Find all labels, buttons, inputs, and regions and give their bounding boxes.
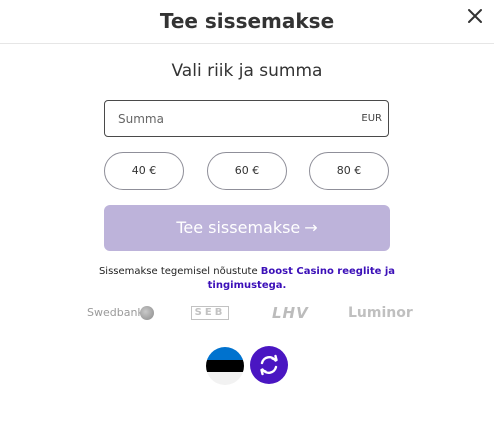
close-icon[interactable] <box>466 7 484 25</box>
terms-prefix: Sissemakse tegemisel nõustute <box>98 266 258 277</box>
refresh-icon[interactable] <box>250 346 288 384</box>
amount-input[interactable]: Summa EUR <box>104 100 389 137</box>
amount-preset-40[interactable]: 40 € <box>104 152 184 190</box>
deposit-button[interactable]: Tee sissemakse → <box>104 205 390 251</box>
amount-preset-60[interactable]: 60 € <box>207 152 287 190</box>
select-country-amount-heading: Vali riik ja summa <box>171 61 323 81</box>
luminor-logo: Luminor <box>348 305 413 321</box>
terms-text: Sissemakse tegemisel nõustute Boost Casi… <box>95 265 399 293</box>
swedbank-emblem-icon <box>140 306 154 320</box>
swedbank-logo: Swedbank <box>87 306 144 319</box>
deposit-button-label: Tee sissemakse <box>176 218 301 237</box>
amount-preset-80[interactable]: 80 € <box>309 152 389 190</box>
bank-logos: Swedbank SEB LHV Luminor <box>0 304 494 324</box>
modal-title: Tee sissemakse <box>159 9 335 33</box>
currency-label: EUR <box>361 113 382 124</box>
seb-logo: SEB <box>191 306 229 320</box>
lhv-logo: LHV <box>272 304 309 322</box>
arrow-right-icon: → <box>304 218 318 237</box>
estonia-flag-icon[interactable] <box>206 347 244 385</box>
modal-header: Tee sissemakse <box>0 0 494 44</box>
amount-placeholder: Summa <box>118 112 164 126</box>
